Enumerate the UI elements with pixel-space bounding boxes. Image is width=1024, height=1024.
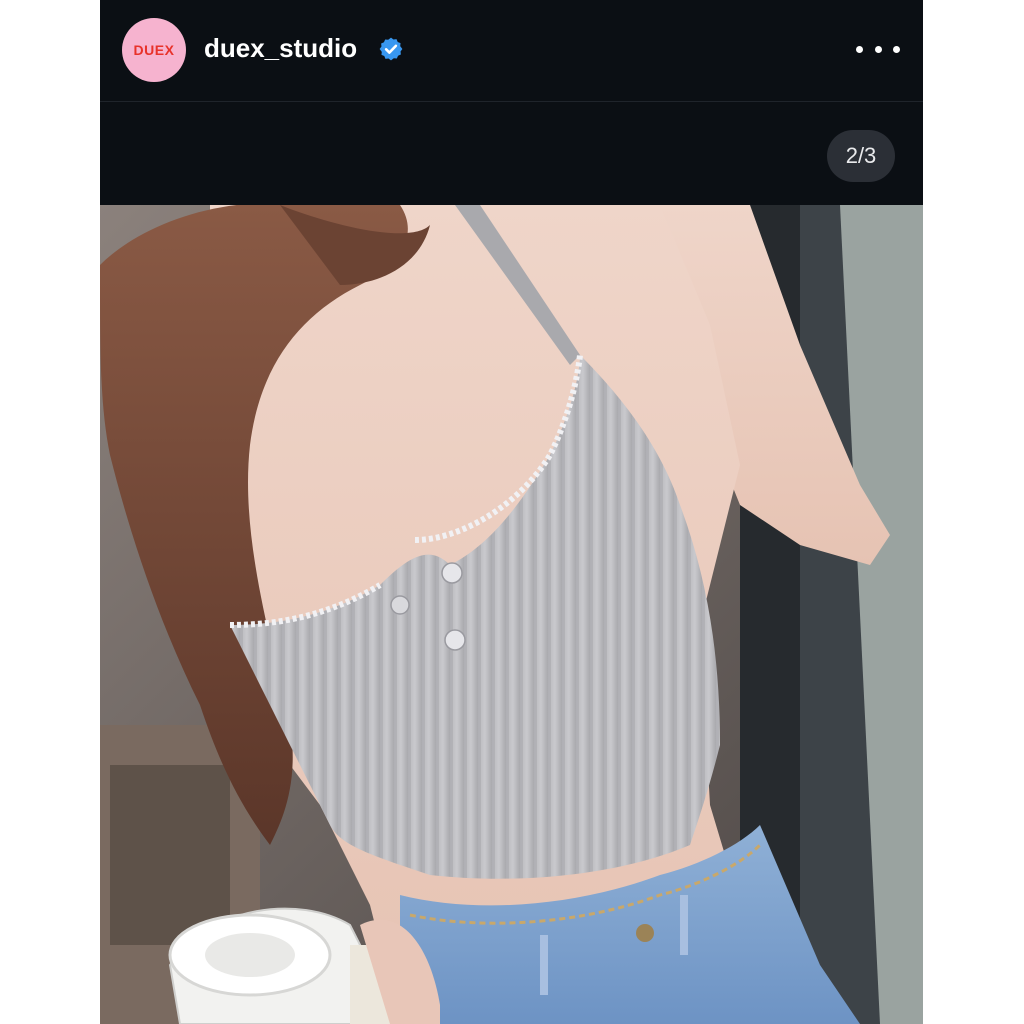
photo-illustration <box>100 205 923 1024</box>
dot <box>893 45 900 53</box>
dot <box>874 45 882 53</box>
carousel-counter: 2/3 <box>827 130 895 182</box>
media-top-band <box>100 102 923 205</box>
verified-badge-icon <box>379 37 403 61</box>
avatar-logo-text: DUEX <box>133 42 175 58</box>
dot <box>856 45 863 53</box>
post-container: DUEX duex_studio 2/3 <box>100 0 923 1024</box>
username[interactable]: duex_studio <box>204 33 357 64</box>
more-options-icon[interactable] <box>856 36 900 62</box>
avatar[interactable]: DUEX <box>122 18 186 82</box>
post-photo[interactable] <box>100 205 923 1024</box>
post-header: DUEX duex_studio <box>100 0 923 102</box>
